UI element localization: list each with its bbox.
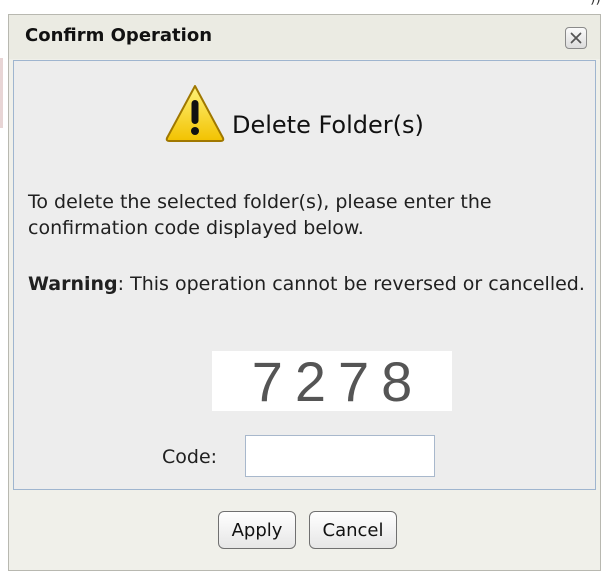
code-input[interactable] — [245, 435, 435, 477]
apply-button[interactable]: Apply — [218, 511, 296, 549]
heading-row: Delete Folder(s) — [164, 77, 424, 143]
corner-mark: )) — [590, 0, 601, 7]
warning-label: Warning — [28, 273, 118, 295]
warning-paragraph: Warning: This operation cannot be revers… — [28, 271, 588, 297]
dialog-heading: Delete Folder(s) — [232, 111, 424, 139]
cancel-button[interactable]: Cancel — [309, 511, 397, 549]
dialog-titlebar[interactable]: Confirm Operation — [9, 15, 600, 59]
code-label: Code: — [162, 446, 218, 468]
captcha-code: 7278 — [251, 349, 425, 413]
warning-text: : This operation cannot be reversed or c… — [117, 273, 585, 295]
background-edge — [0, 58, 3, 128]
captcha-image: 7278 — [212, 349, 452, 413]
dialog-title: Confirm Operation — [25, 25, 213, 46]
warning-icon — [165, 85, 225, 142]
instruction-text: To delete the selected folder(s), please… — [28, 191, 492, 239]
dialog-content: Delete Folder(s) To delete the selected … — [13, 60, 596, 490]
confirm-dialog: Confirm Operation Delete Folder(s) To de… — [8, 14, 601, 571]
close-button[interactable] — [565, 27, 587, 49]
close-icon — [570, 32, 582, 44]
